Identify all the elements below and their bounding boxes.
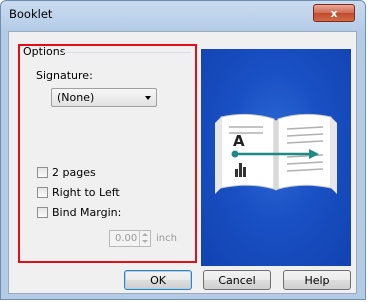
signature-label: Signature: bbox=[36, 69, 93, 82]
title-bar: Booklet x bbox=[1, 1, 365, 29]
signature-select-value: (None) bbox=[57, 91, 95, 104]
right-to-left-checkbox[interactable] bbox=[37, 187, 48, 198]
two-pages-label[interactable]: 2 pages bbox=[52, 166, 96, 179]
stepper-up-icon[interactable] bbox=[142, 233, 148, 236]
open-book-icon: A bbox=[215, 113, 337, 194]
page-letter: A bbox=[233, 132, 245, 150]
margin-unit-label: inch bbox=[156, 233, 177, 244]
options-group-divider bbox=[63, 52, 191, 53]
bind-margin-label[interactable]: Bind Margin: bbox=[52, 206, 121, 219]
right-to-left-label[interactable]: Right to Left bbox=[52, 186, 120, 199]
dialog-body: Options Signature: (None) 2 pages Right … bbox=[8, 31, 357, 294]
bind-margin-checkbox[interactable] bbox=[37, 207, 48, 218]
booklet-preview: A bbox=[201, 49, 351, 266]
close-button[interactable]: x bbox=[313, 4, 355, 22]
margin-stepper[interactable]: 0.00 bbox=[109, 230, 151, 247]
stepper-buttons[interactable] bbox=[139, 231, 150, 246]
chevron-down-icon bbox=[145, 96, 151, 100]
help-button[interactable]: Help bbox=[283, 270, 351, 290]
margin-value: 0.00 bbox=[115, 233, 138, 244]
options-group-label: Options bbox=[23, 45, 66, 58]
stepper-down-icon[interactable] bbox=[142, 240, 148, 243]
cancel-button[interactable]: Cancel bbox=[203, 270, 271, 290]
signature-select[interactable]: (None) bbox=[51, 88, 157, 107]
two-pages-checkbox[interactable] bbox=[37, 167, 48, 178]
close-icon: x bbox=[330, 6, 338, 20]
ok-button[interactable]: OK bbox=[124, 270, 192, 290]
dialog-title: Booklet bbox=[9, 7, 53, 21]
booklet-dialog: Booklet x Options Signature: (None) 2 pa… bbox=[0, 0, 366, 300]
